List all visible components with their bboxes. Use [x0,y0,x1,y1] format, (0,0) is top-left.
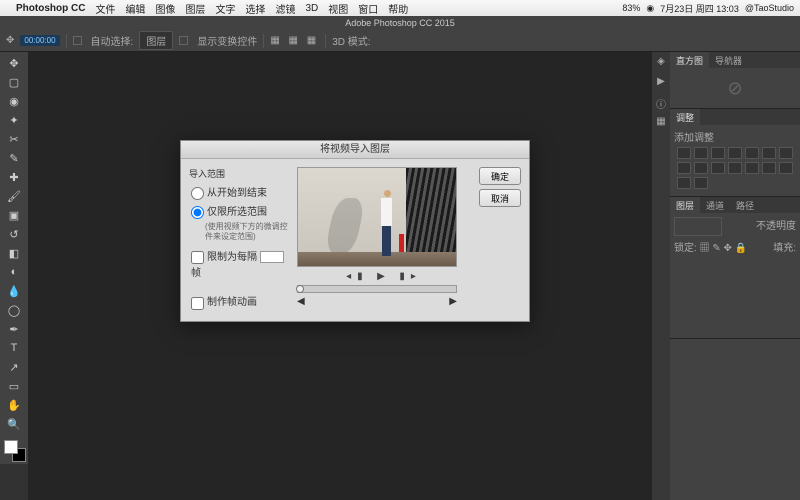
lock-icons[interactable]: ▦ ✎ ✥ 🔒 [700,243,748,254]
scrub-bar[interactable] [297,285,457,293]
show-transform-label: 显示变换控件 [197,33,257,48]
right-panels: ◈ ▶ ⓘ ▦ 直方图 导航器 ⊘ 调整 添加调整 图层 通 [652,52,800,500]
opt-selected-range[interactable]: 仅限所选范围 [189,203,289,219]
history-brush-tool[interactable]: ↺ [2,225,26,243]
tab-paths[interactable]: 路径 [730,197,760,213]
blend-mode[interactable] [674,217,722,236]
window-title: Adobe Photoshop CC 2015 [0,16,800,30]
options-bar: ✥ 00:00:00 自动选择: 图层 显示变换控件 ▦ ▦ ▦ 3D 模式: [0,30,800,52]
color-swatches[interactable] [2,438,26,462]
range-hint: (使用视频下方的微调控件来设定范围) [189,222,289,242]
menu-filter[interactable]: 滤镜 [275,1,295,16]
stamp-tool[interactable]: ▣ [2,206,26,224]
panel-dock: ◈ ▶ ⓘ ▦ [652,52,670,500]
add-adjustment-label: 添加调整 [674,129,796,144]
battery-status[interactable]: 83% [622,3,640,13]
next-frame-button[interactable]: ▮▸ [399,271,422,282]
lock-label: 锁定: [674,243,697,254]
brush-tool[interactable]: 🖌 [2,187,26,205]
import-video-dialog: 将视频导入图层 导入范围 从开始到结束 仅限所选范围 (使用视频下方的微调控件来… [180,140,530,322]
menu-edit[interactable]: 编辑 [125,1,145,16]
wifi-icon[interactable]: ◉ [646,3,654,14]
blur-tool[interactable]: 💧 [2,282,26,300]
actions-icon[interactable]: ▶ [654,76,668,90]
menu-help[interactable]: 帮助 [388,1,408,16]
menu-view[interactable]: 视图 [328,1,348,16]
auto-select-checkbox[interactable] [73,36,82,45]
opt-make-animation[interactable]: 制作帧动画 [189,293,289,309]
align-icons[interactable]: ▦ ▦ ▦ [270,35,319,46]
opacity-label: 不透明度 [756,221,796,232]
menu-type[interactable]: 文字 [215,1,235,16]
mode-3d-label: 3D 模式: [332,33,370,48]
zoom-tool[interactable]: 🔍 [2,415,26,433]
layers-panel: 图层 通道 路径 不透明度 锁定: ▦ ✎ ✥ 🔒 填充: [670,197,800,339]
histogram-empty-icon: ⊘ [670,68,800,108]
auto-select-label: 自动选择: [91,33,134,48]
adjustment-icons[interactable] [674,144,796,192]
gradient-tool[interactable]: ◐ [2,263,26,281]
menu-3d[interactable]: 3D [305,3,318,14]
marquee-tool[interactable]: ▢ [2,73,26,91]
scrub-thumb[interactable] [296,285,304,293]
ok-button[interactable]: 确定 [479,167,521,185]
pen-tool[interactable]: ✒ [2,320,26,338]
menu-image[interactable]: 图像 [155,1,175,16]
show-transform-checkbox[interactable] [179,36,188,45]
range-in-marker[interactable]: ◀ [297,296,305,307]
range-out-marker[interactable]: ▶ [449,296,457,307]
path-tool[interactable]: ↗ [2,358,26,376]
prev-frame-button[interactable]: ◂▮ [346,271,369,282]
fg-color[interactable] [4,440,18,454]
type-tool[interactable]: T [2,339,26,357]
toolbox: ✥ ▢ ◉ ✦ ✂ ✎ ✚ 🖌 ▣ ↺ ◧ ◐ 💧 ◯ ✒ T ↗ ▭ ✋ 🔍 [0,52,28,464]
wand-tool[interactable]: ✦ [2,111,26,129]
adjustments-panel: 调整 添加调整 [670,109,800,197]
eraser-tool[interactable]: ◧ [2,244,26,262]
crop-tool[interactable]: ✂ [2,130,26,148]
menu-layer[interactable]: 图层 [185,1,205,16]
tab-adjustments[interactable]: 调整 [670,109,700,125]
cancel-button[interactable]: 取消 [479,189,521,207]
limit-frames-input[interactable] [260,251,284,263]
app-name[interactable]: Photoshop CC [16,3,85,14]
eyedropper-tool[interactable]: ✎ [2,149,26,167]
swatches-icon[interactable]: ▦ [654,116,668,130]
mac-menubar: Photoshop CC 文件 编辑 图像 图层 文字 选择 滤镜 3D 视图 … [0,0,800,16]
dodge-tool[interactable]: ◯ [2,301,26,319]
lasso-tool[interactable]: ◉ [2,92,26,110]
opt-limit-frames[interactable]: 限制为每隔帧 [189,248,289,279]
move-tool-icon[interactable]: ✥ [6,35,14,46]
menu-window[interactable]: 窗口 [358,1,378,16]
tab-histogram[interactable]: 直方图 [670,52,709,68]
fill-label: 填充: [773,239,796,254]
import-range-label: 导入范围 [189,167,289,180]
video-preview [297,167,457,267]
clock[interactable]: 7月23日 周四 13:03 [660,2,739,15]
menu-file[interactable]: 文件 [95,1,115,16]
history-icon[interactable]: ◈ [654,56,668,70]
histogram-panel: 直方图 导航器 ⊘ [670,52,800,109]
shape-tool[interactable]: ▭ [2,377,26,395]
menu-select[interactable]: 选择 [245,1,265,16]
user-name[interactable]: @TaoStudio [745,3,794,13]
opt-from-beginning[interactable]: 从开始到结束 [189,184,289,200]
auto-select-target[interactable]: 图层 [139,31,173,50]
dialog-title: 将视频导入图层 [181,141,529,159]
hand-tool[interactable]: ✋ [2,396,26,414]
info-icon[interactable]: ⓘ [654,96,668,110]
tab-layers[interactable]: 图层 [670,197,700,213]
heal-tool[interactable]: ✚ [2,168,26,186]
move-tool[interactable]: ✥ [2,54,26,72]
play-button[interactable]: ▶ [377,271,391,282]
tab-navigator[interactable]: 导航器 [709,52,748,68]
tab-channels[interactable]: 通道 [700,197,730,213]
timecode: 00:00:00 [20,35,59,46]
